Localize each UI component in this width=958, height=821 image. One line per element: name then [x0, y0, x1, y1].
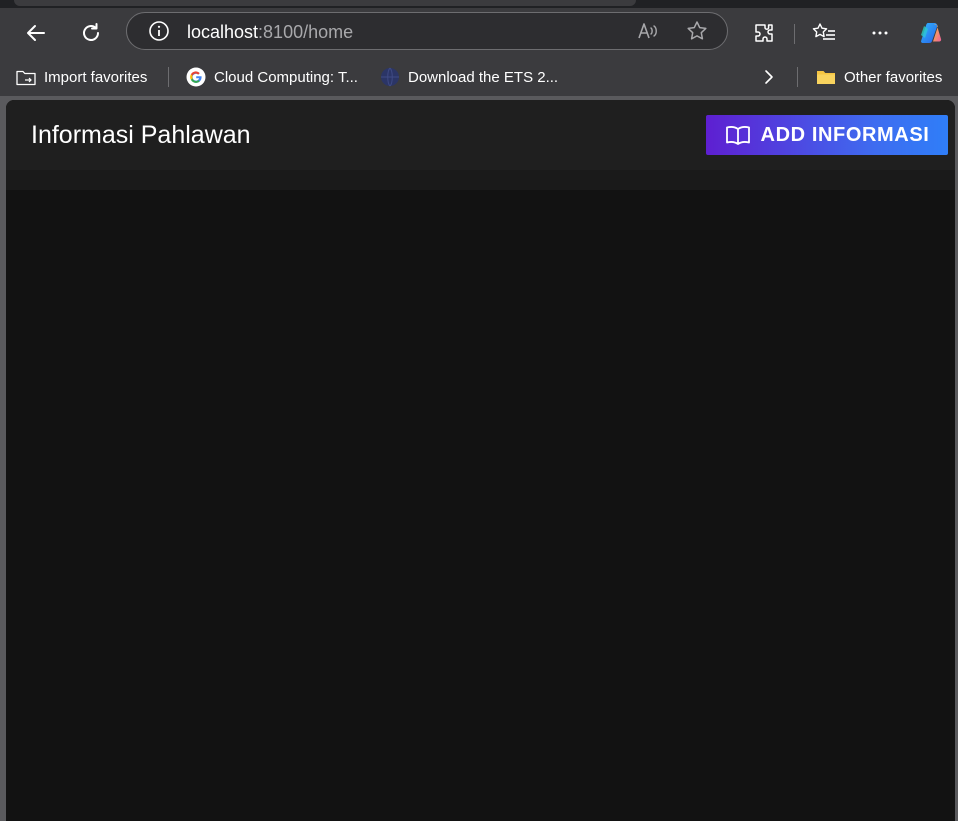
bookmark-import-favorites[interactable]: Import favorites: [16, 67, 147, 87]
favorites-separator-right: [797, 67, 798, 87]
toolbar-separator: [794, 24, 795, 44]
bookmark-cloud-label: Cloud Computing: T...: [214, 68, 358, 86]
extensions-icon[interactable]: [748, 17, 780, 49]
address-path: :8100/home: [258, 22, 354, 42]
bookmark-other-label: Other favorites: [844, 68, 943, 86]
address-bar[interactable]: localhost:8100/home: [126, 12, 728, 50]
refresh-icon[interactable]: [75, 17, 107, 49]
globe-icon: [380, 67, 400, 87]
bookmark-cloud-computing[interactable]: Cloud Computing: T...: [186, 67, 358, 87]
book-icon: [725, 124, 751, 146]
add-informasi-button[interactable]: ADD INFORMASI: [706, 115, 948, 155]
favorites-bar: Import favorites Cloud Computing: T... D…: [0, 58, 958, 96]
header-shadow: [6, 170, 955, 190]
back-icon[interactable]: [20, 17, 52, 49]
address-url: localhost:8100/home: [187, 22, 353, 43]
page-viewport: Informasi Pahlawan ADD INFORMASI: [6, 100, 955, 821]
address-host: localhost: [187, 22, 259, 42]
page-title: Informasi Pahlawan: [31, 121, 251, 149]
favorites-list-icon[interactable]: [808, 17, 840, 49]
browser-top-strip: [0, 0, 958, 8]
add-informasi-label: ADD INFORMASI: [760, 123, 930, 146]
bookmark-import-label: Import favorites: [44, 68, 148, 86]
folder-icon: [816, 68, 836, 86]
browser-toolbar: localhost:8100/home: [0, 8, 958, 58]
more-options-icon[interactable]: [864, 17, 896, 49]
google-icon: [186, 67, 206, 87]
bookmark-ets-download[interactable]: Download the ETS 2...: [380, 67, 558, 87]
favorites-separator: [168, 67, 169, 87]
copilot-icon[interactable]: [915, 17, 947, 49]
active-tab[interactable]: [14, 0, 636, 6]
import-favorites-icon: [16, 68, 36, 86]
read-aloud-icon[interactable]: [632, 15, 664, 47]
app-header: Informasi Pahlawan ADD INFORMASI: [6, 100, 955, 170]
site-info-icon[interactable]: [143, 15, 175, 47]
favorite-star-icon[interactable]: [681, 15, 713, 47]
bookmark-ets-label: Download the ETS 2...: [408, 68, 559, 86]
chevron-right-icon[interactable]: [753, 61, 785, 93]
bookmark-other-favorites[interactable]: Other favorites: [816, 67, 942, 87]
